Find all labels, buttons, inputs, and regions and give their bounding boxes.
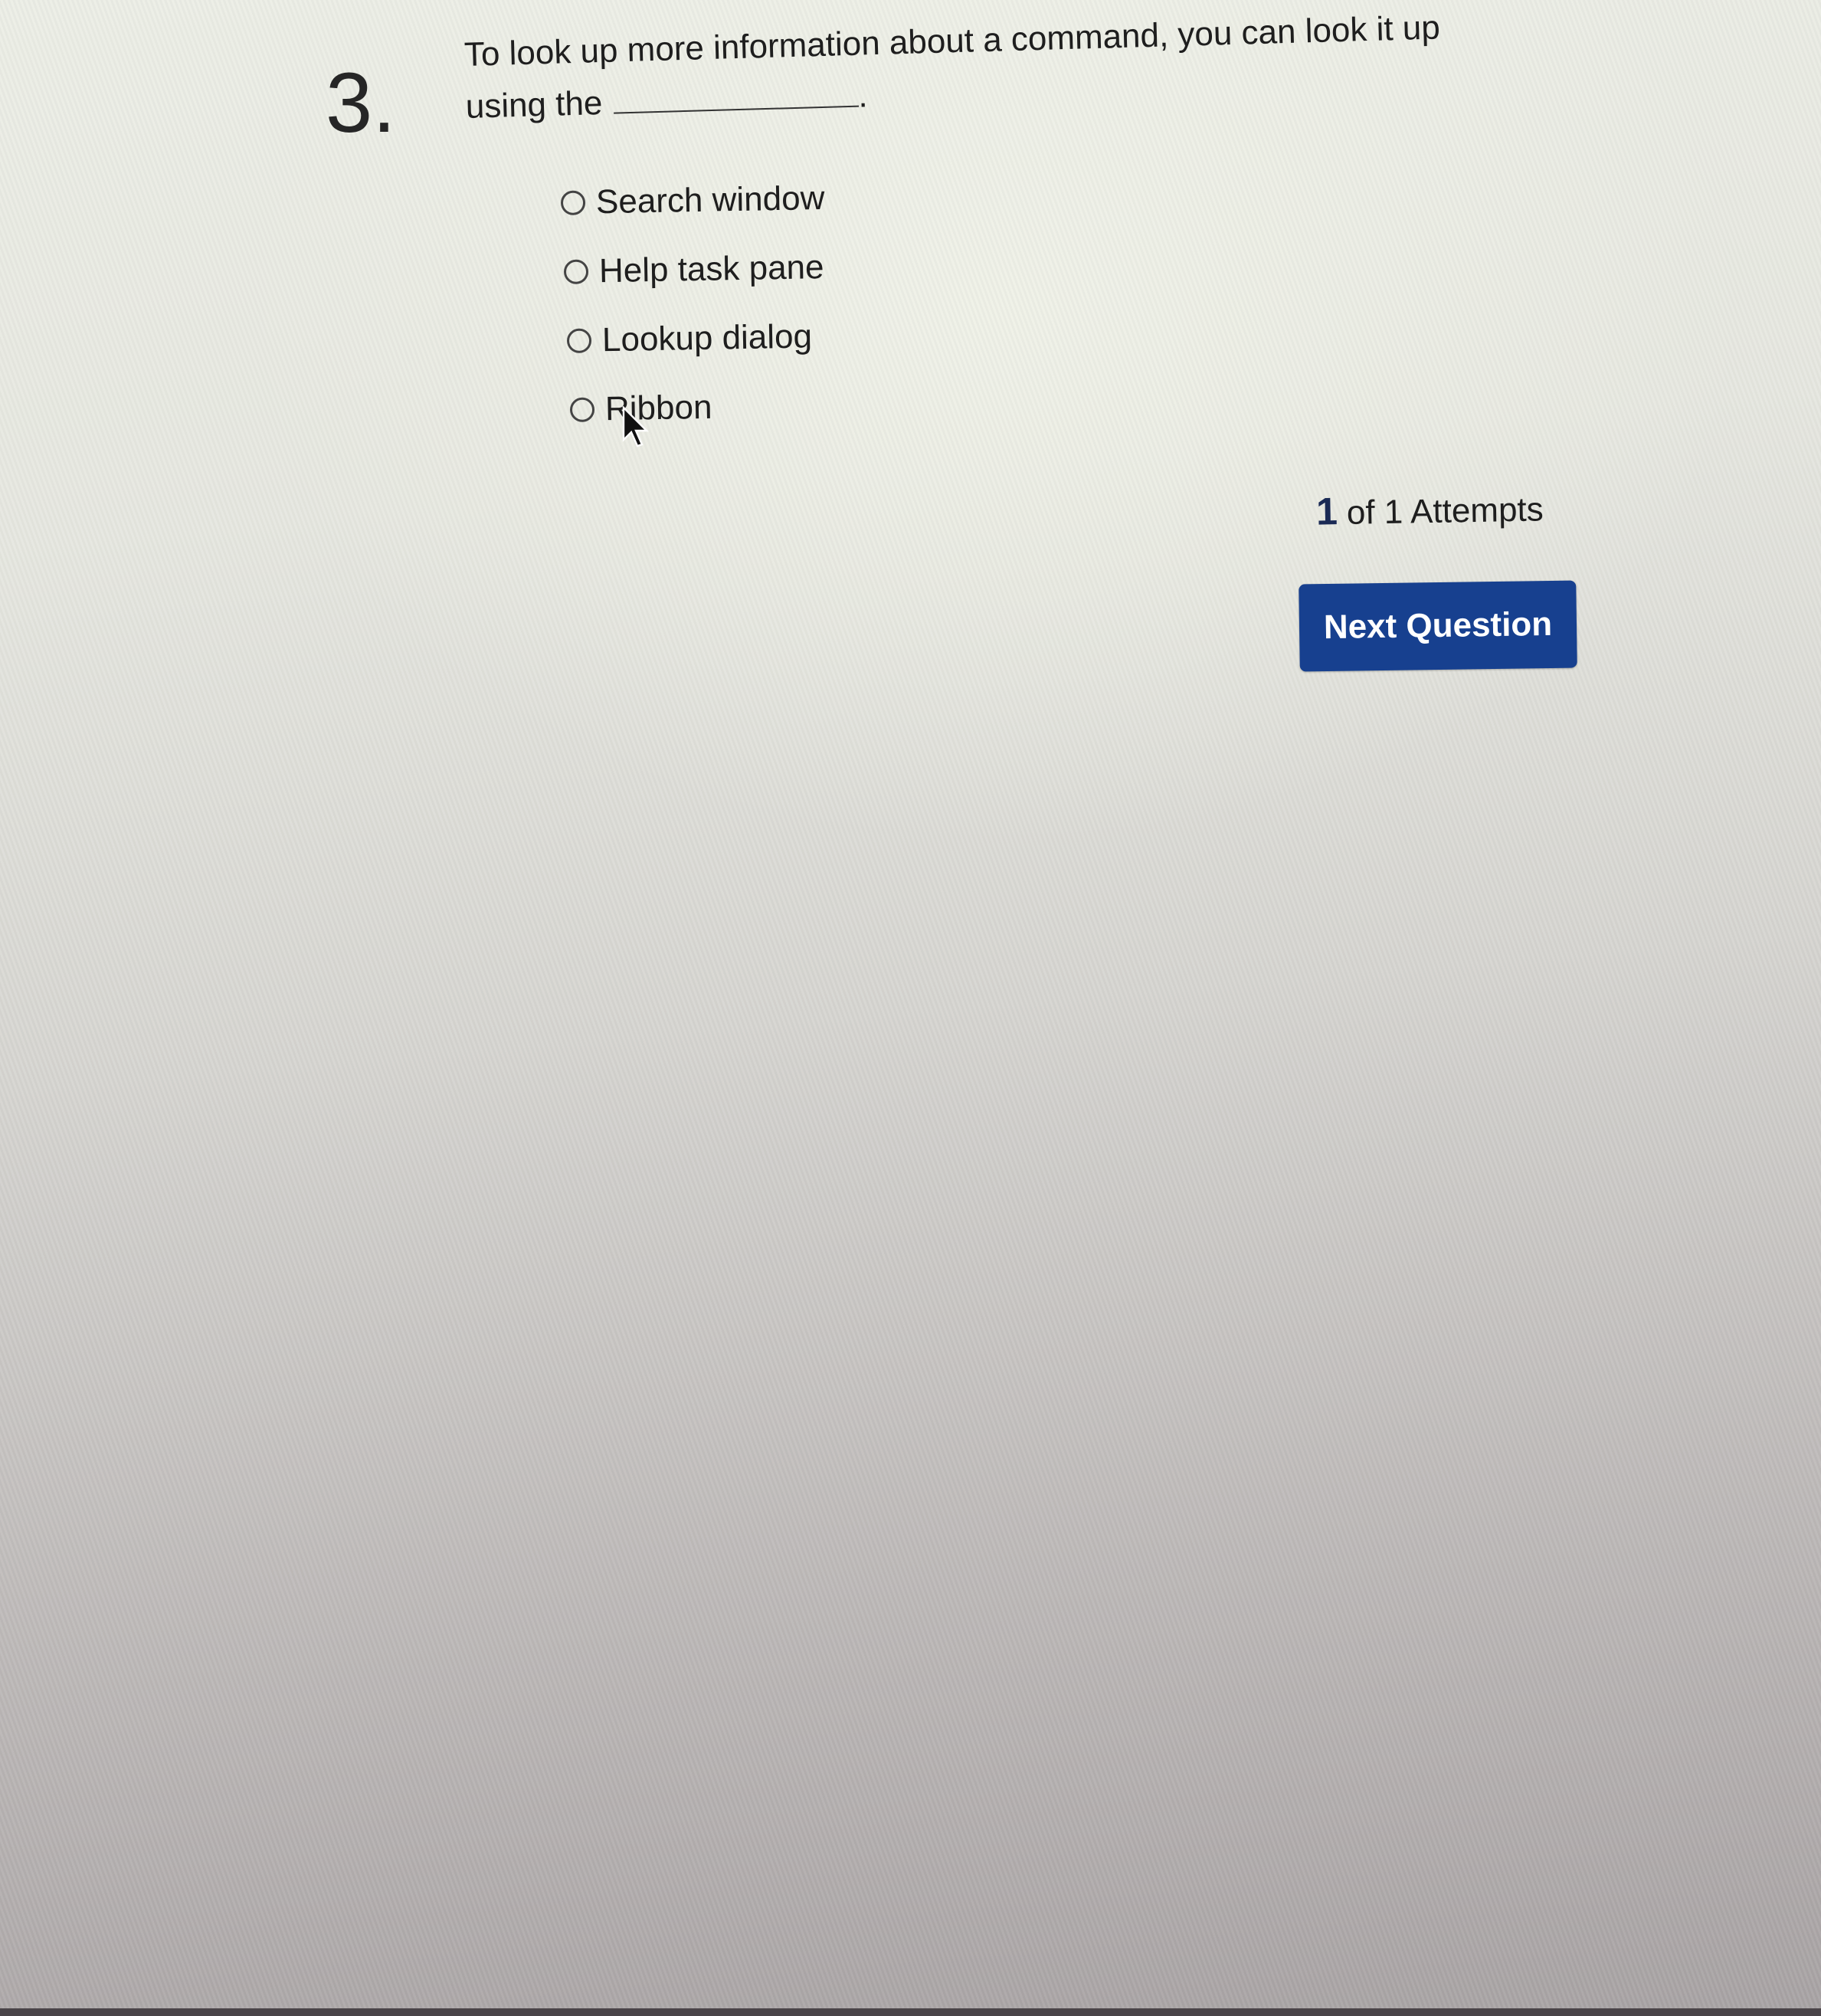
answer-blank bbox=[612, 71, 859, 114]
option-search-window[interactable]: Search window bbox=[560, 175, 825, 226]
next-question-button[interactable]: Next Question bbox=[1299, 580, 1577, 672]
question-number: 3. bbox=[326, 56, 396, 150]
attempts-counter: 1 of 1 Attempts bbox=[1316, 485, 1544, 533]
mouse-pointer-icon bbox=[622, 406, 649, 447]
option-label: Lookup dialog bbox=[601, 317, 813, 359]
radio-unchecked-icon[interactable] bbox=[566, 328, 592, 354]
option-label: Ribbon bbox=[604, 388, 712, 428]
question-text: To look up more information about a comm… bbox=[463, 2, 1462, 133]
question-text-after-blank: . bbox=[857, 77, 869, 115]
option-label: Search window bbox=[595, 179, 825, 221]
radio-unchecked-icon[interactable] bbox=[563, 259, 589, 285]
radio-unchecked-icon[interactable] bbox=[560, 190, 586, 216]
quiz-question-panel: 3. To look up more information about a c… bbox=[0, 0, 1821, 2016]
attempts-current: 1 bbox=[1315, 490, 1338, 533]
radio-unchecked-icon[interactable] bbox=[569, 397, 595, 423]
attempts-text: of 1 Attempts bbox=[1346, 490, 1544, 532]
option-label: Help task pane bbox=[598, 248, 824, 290]
option-ribbon[interactable]: Ribbon bbox=[569, 382, 834, 433]
answer-options: Search window Help task pane Lookup dial… bbox=[560, 175, 825, 454]
screen-bottom-edge bbox=[0, 2008, 1821, 2016]
option-lookup-dialog[interactable]: Lookup dialog bbox=[566, 313, 831, 364]
question-text-before-blank: To look up more information about a comm… bbox=[463, 8, 1441, 126]
option-help-task-pane[interactable]: Help task pane bbox=[563, 244, 828, 295]
